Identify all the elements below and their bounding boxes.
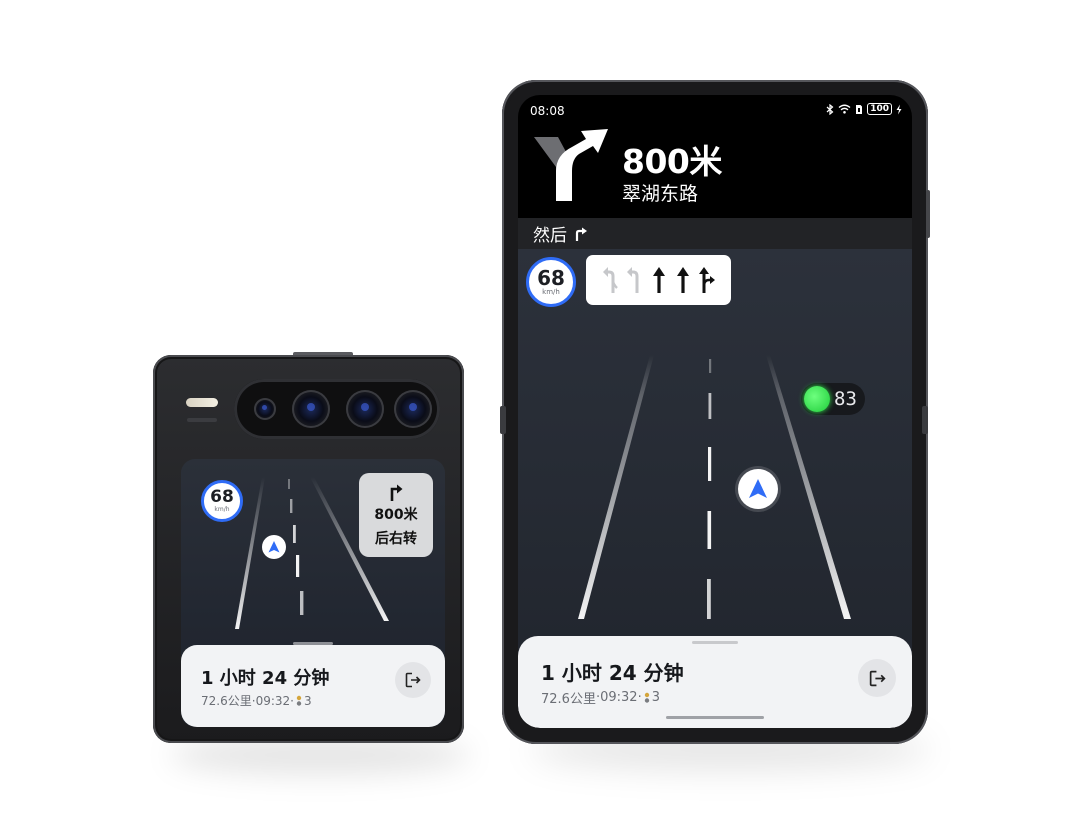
right-turn-icon — [575, 227, 587, 241]
lane-arrow-icon — [650, 265, 668, 295]
battery-icon: 100 — [867, 103, 892, 115]
status-time: 08:08 — [530, 104, 565, 118]
turn-guidance-panel: 800米 翠湖东路 — [518, 125, 912, 218]
side-button — [926, 190, 930, 238]
sim-icon — [856, 104, 863, 114]
traffic-light-countdown: 83 — [801, 383, 865, 415]
separator-dot: · — [637, 690, 642, 705]
turn-distance: 800米 — [374, 507, 418, 523]
next-maneuver-bar: 然后 — [518, 218, 912, 249]
lane-guidance-card — [586, 255, 731, 305]
lane-arrow-icon — [698, 265, 716, 295]
navigation-arrow-icon — [262, 535, 286, 559]
eta-text: 1 小时 24 分钟 — [201, 668, 330, 689]
speed-value: 68 — [537, 266, 565, 290]
lane-arrow-icon — [674, 265, 692, 295]
status-icons: 100 — [826, 103, 902, 115]
sheet-drag-handle[interactable] — [692, 641, 738, 644]
lane-arrow-icon — [626, 265, 644, 295]
charging-icon — [896, 104, 902, 114]
trip-meta: 72.6公里 · 09:32 · 3 — [201, 692, 312, 709]
camera-flash — [186, 398, 218, 407]
sheet-drag-handle[interactable] — [293, 642, 333, 645]
bluetooth-icon — [826, 103, 834, 115]
speed-limit-badge: 68 km/h — [526, 257, 576, 307]
lane-arrow-icon — [602, 265, 620, 295]
exit-navigation-icon — [405, 672, 421, 688]
hinge-left — [500, 406, 506, 434]
trip-distance: 72.6公里 — [201, 694, 252, 708]
fork-right-icon — [534, 129, 608, 201]
home-indicator[interactable] — [666, 716, 764, 719]
arrival-time: 09:32 — [255, 693, 291, 708]
navigation-arrow-icon — [738, 469, 778, 509]
lane-divider-dashes — [288, 479, 304, 615]
product-showcase: 68 km/h 800米 后右转 1 小时 24 分钟 72.6公里 · 09:… — [0, 0, 1080, 822]
status-bar: 08:08 100 — [518, 95, 912, 125]
exit-navigation-icon — [869, 670, 886, 686]
wifi-icon — [838, 104, 851, 114]
trip-distance: 72.6公里 — [541, 692, 596, 707]
traffic-light-seconds: 83 — [834, 388, 857, 410]
camera-module — [234, 379, 440, 439]
camera-lens-icon — [394, 390, 432, 428]
then-label: 然后 — [533, 226, 567, 246]
road-edge-left — [578, 355, 654, 619]
camera-lens-icon — [254, 398, 276, 420]
exit-navigation-button[interactable] — [858, 659, 896, 697]
traffic-light-count: 3 — [651, 690, 660, 705]
traffic-light-icon — [296, 695, 302, 706]
main-screen-navigation: 08:08 100 800米 翠湖东路 然后 68 km/h 83 1 小时 2… — [518, 95, 912, 728]
traffic-light-count: 3 — [303, 693, 312, 708]
right-turn-icon — [390, 484, 403, 501]
trip-meta: 72.6公里 · 09:32 · 3 — [541, 688, 660, 707]
eta-text: 1 小时 24 分钟 — [541, 661, 684, 685]
turn-action: 后右转 — [375, 531, 417, 547]
speed-limit-badge: 68 km/h — [201, 480, 243, 522]
microphone-slot — [187, 418, 217, 422]
separator-dot: · — [290, 693, 294, 708]
guidance-distance: 800米 — [622, 142, 722, 181]
trip-info-sheet[interactable]: 1 小时 24 分钟 72.6公里 · 09:32 · 3 — [181, 642, 445, 727]
guidance-road-name: 翠湖东路 — [622, 183, 699, 205]
camera-lens-icon — [292, 390, 330, 428]
arrival-time: 09:32 — [600, 690, 638, 705]
speed-unit: km/h — [542, 288, 560, 296]
next-turn-card[interactable]: 800米 后右转 — [359, 473, 433, 557]
traffic-light-icon — [644, 692, 649, 703]
trip-info-sheet[interactable]: 1 小时 24 分钟 72.6公里 · 09:32 · 3 — [518, 636, 912, 728]
exit-navigation-button[interactable] — [395, 662, 431, 698]
speed-value: 68 — [210, 487, 234, 507]
speed-unit: km/h — [214, 506, 230, 513]
traffic-light-icon — [804, 386, 830, 412]
camera-lens-icon — [346, 390, 384, 428]
hinge-right — [922, 406, 928, 434]
